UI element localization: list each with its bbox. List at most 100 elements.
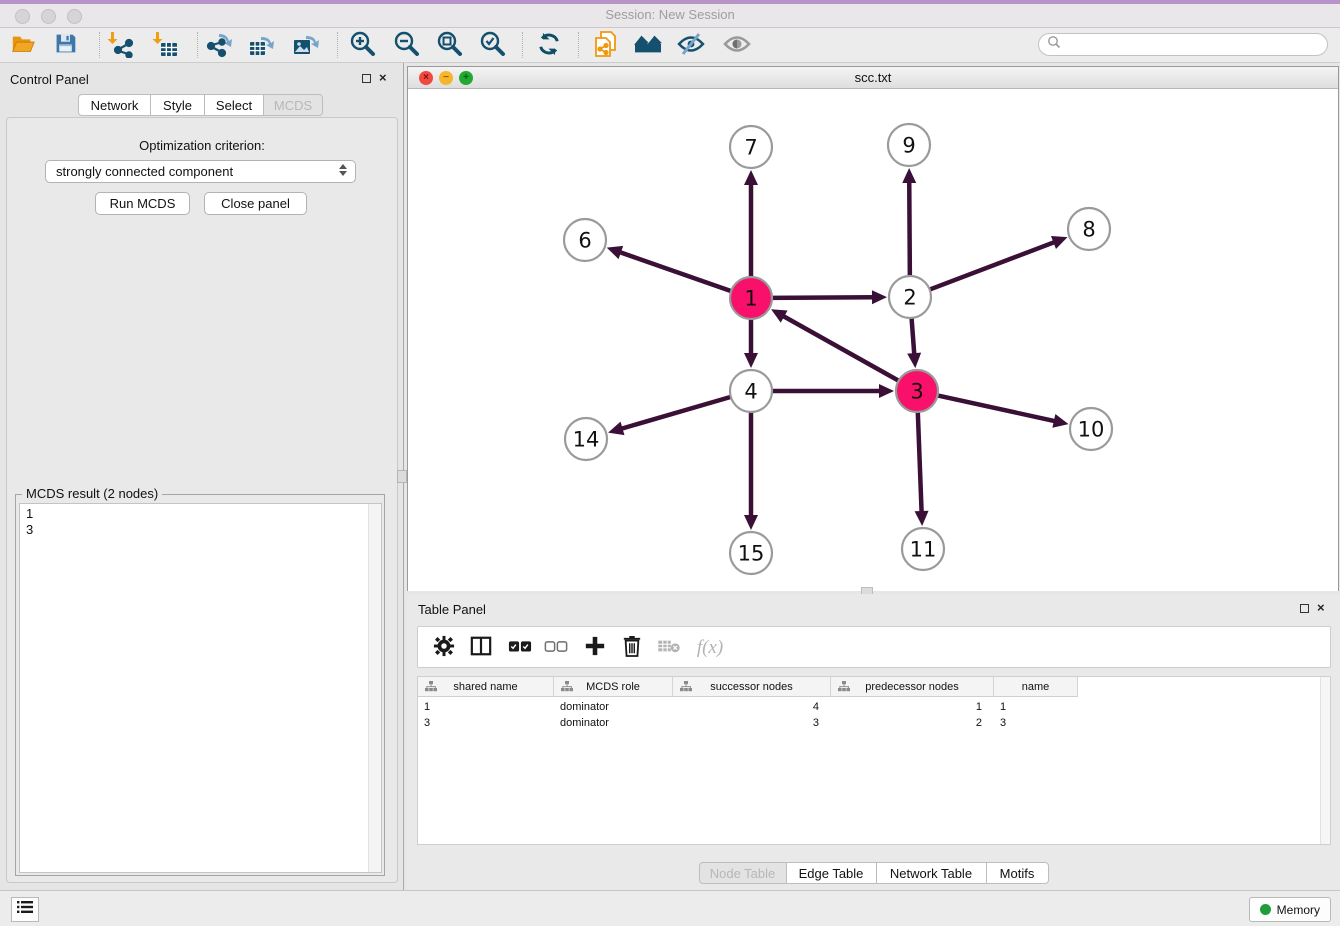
table-row[interactable]: 3 dominator 3 2 3: [418, 715, 1078, 731]
graph-edge-1-2[interactable]: [772, 297, 875, 298]
tab-node-table[interactable]: Node Table: [699, 862, 787, 884]
zoom-out-icon: [392, 30, 420, 63]
graph-node-label: 7: [744, 136, 757, 160]
export-image-button[interactable]: [291, 31, 321, 61]
graph-edge-3-1[interactable]: [782, 315, 899, 381]
toggle-panes-button[interactable]: [467, 634, 495, 662]
graph-edge-2-8[interactable]: [930, 241, 1057, 289]
graph-edge-3-10[interactable]: [938, 395, 1057, 421]
table-row[interactable]: 1 dominator 4 1 1: [418, 699, 1078, 715]
save-disk-icon: [53, 31, 78, 61]
result-line: 3: [26, 522, 375, 538]
graph-edge-arrowhead: [907, 353, 921, 368]
import-table-button[interactable]: [150, 31, 180, 61]
float-panel-icon[interactable]: [362, 74, 371, 83]
zoom-out-button[interactable]: [391, 31, 421, 61]
graph-edge-2-3[interactable]: [912, 318, 915, 356]
criterion-dropdown[interactable]: strongly connected component: [45, 160, 356, 183]
table-scrollbar[interactable]: [1320, 677, 1330, 844]
column-header-shared-name[interactable]: shared name: [418, 677, 554, 697]
export-image-icon: [292, 30, 320, 63]
network-canvas[interactable]: 7968124314101511: [408, 89, 1338, 591]
tab-network[interactable]: Network: [78, 94, 151, 116]
graph-edge-arrowhead: [902, 168, 916, 183]
export-network-button[interactable]: [204, 31, 234, 61]
import-network-icon: [106, 30, 134, 63]
tab-select[interactable]: Select: [205, 94, 264, 116]
export-network-icon: [205, 30, 233, 63]
column-header-name[interactable]: name: [994, 677, 1078, 697]
vertical-splitter-handle[interactable]: [397, 470, 407, 483]
graph-edge-1-6[interactable]: [618, 252, 731, 292]
close-panel-button[interactable]: Close panel: [204, 192, 307, 215]
show-panels-button[interactable]: [11, 897, 39, 922]
graph-edge-2-9[interactable]: [909, 180, 910, 276]
refresh-arrows-icon: [536, 31, 562, 62]
new-network-from-selection-button[interactable]: [590, 31, 620, 61]
close-table-panel-icon[interactable]: ×: [1317, 600, 1325, 615]
control-panel: Control Panel × Network Style Select MCD…: [0, 63, 404, 890]
function-builder-button[interactable]: f(x): [690, 634, 730, 662]
column-header-mcds-role[interactable]: MCDS role: [554, 677, 673, 697]
graph-node-label: 15: [738, 542, 765, 566]
column-header-successor-nodes[interactable]: successor nodes: [673, 677, 831, 697]
export-table-icon: [248, 30, 276, 63]
run-mcds-button[interactable]: Run MCDS: [95, 192, 190, 215]
apply-layout-button[interactable]: [534, 31, 564, 61]
tab-style[interactable]: Style: [151, 94, 205, 116]
result-scrollbar[interactable]: [368, 504, 381, 872]
toolbar-separator: [337, 32, 338, 58]
plus-icon: [584, 635, 606, 662]
open-session-button[interactable]: [8, 31, 38, 61]
eye-slash-icon: [677, 31, 705, 62]
add-column-button[interactable]: [581, 634, 609, 662]
table-tabs: Node Table Edge Table Network Table Moti…: [699, 862, 1049, 884]
import-network-button[interactable]: [105, 31, 135, 61]
zoom-fit-icon: [435, 30, 463, 63]
tree-icon: [838, 681, 850, 695]
delete-table-button[interactable]: [655, 634, 683, 662]
save-session-button[interactable]: [50, 31, 80, 61]
list-icon: [17, 900, 33, 919]
tab-mcds[interactable]: MCDS: [264, 94, 323, 116]
eye-icon: [723, 31, 751, 62]
mcds-result-textarea[interactable]: 1 3: [19, 503, 382, 873]
zoom-fit-button[interactable]: [434, 31, 464, 61]
tree-icon: [680, 681, 692, 695]
table-toolbar: f(x): [417, 626, 1331, 668]
node-table: shared name MCDS role successor nodes pr…: [417, 676, 1331, 845]
graph-edge-3-11[interactable]: [918, 412, 922, 514]
memory-status-icon: [1260, 904, 1271, 915]
graph-node-label: 6: [578, 229, 591, 253]
window-titlebar: Session: New Session: [0, 0, 1340, 28]
column-header-predecessor-nodes[interactable]: predecessor nodes: [831, 677, 994, 697]
tree-icon: [561, 681, 573, 695]
tab-edge-table[interactable]: Edge Table: [787, 862, 877, 884]
memory-button[interactable]: Memory: [1249, 897, 1331, 922]
mcds-result-title: MCDS result (2 nodes): [22, 486, 162, 501]
toolbar-separator: [578, 32, 579, 58]
select-all-button[interactable]: [506, 634, 534, 662]
close-panel-icon[interactable]: ×: [379, 70, 387, 85]
hide-selection-button[interactable]: [676, 31, 706, 61]
search-input[interactable]: [1066, 38, 1319, 52]
search-field[interactable]: [1038, 33, 1328, 56]
export-table-button[interactable]: [247, 31, 277, 61]
split-panes-icon: [470, 635, 492, 662]
tab-network-table[interactable]: Network Table: [877, 862, 987, 884]
table-settings-button[interactable]: [430, 634, 458, 662]
fx-icon: f(x): [697, 637, 723, 659]
search-icon: [1047, 35, 1061, 54]
tab-motifs[interactable]: Motifs: [987, 862, 1049, 884]
show-all-button[interactable]: [722, 31, 752, 61]
delete-column-button[interactable]: [618, 634, 646, 662]
zoom-selected-button[interactable]: [477, 31, 507, 61]
first-neighbors-button[interactable]: [633, 31, 663, 61]
float-table-panel-icon[interactable]: [1300, 604, 1309, 613]
graph-edge-4-14[interactable]: [620, 397, 731, 429]
import-table-icon: [151, 30, 179, 63]
graph-node-label: 9: [902, 134, 915, 158]
deselect-all-button[interactable]: [542, 634, 570, 662]
zoom-in-button[interactable]: [347, 31, 377, 61]
status-bar: Memory: [0, 890, 1340, 926]
